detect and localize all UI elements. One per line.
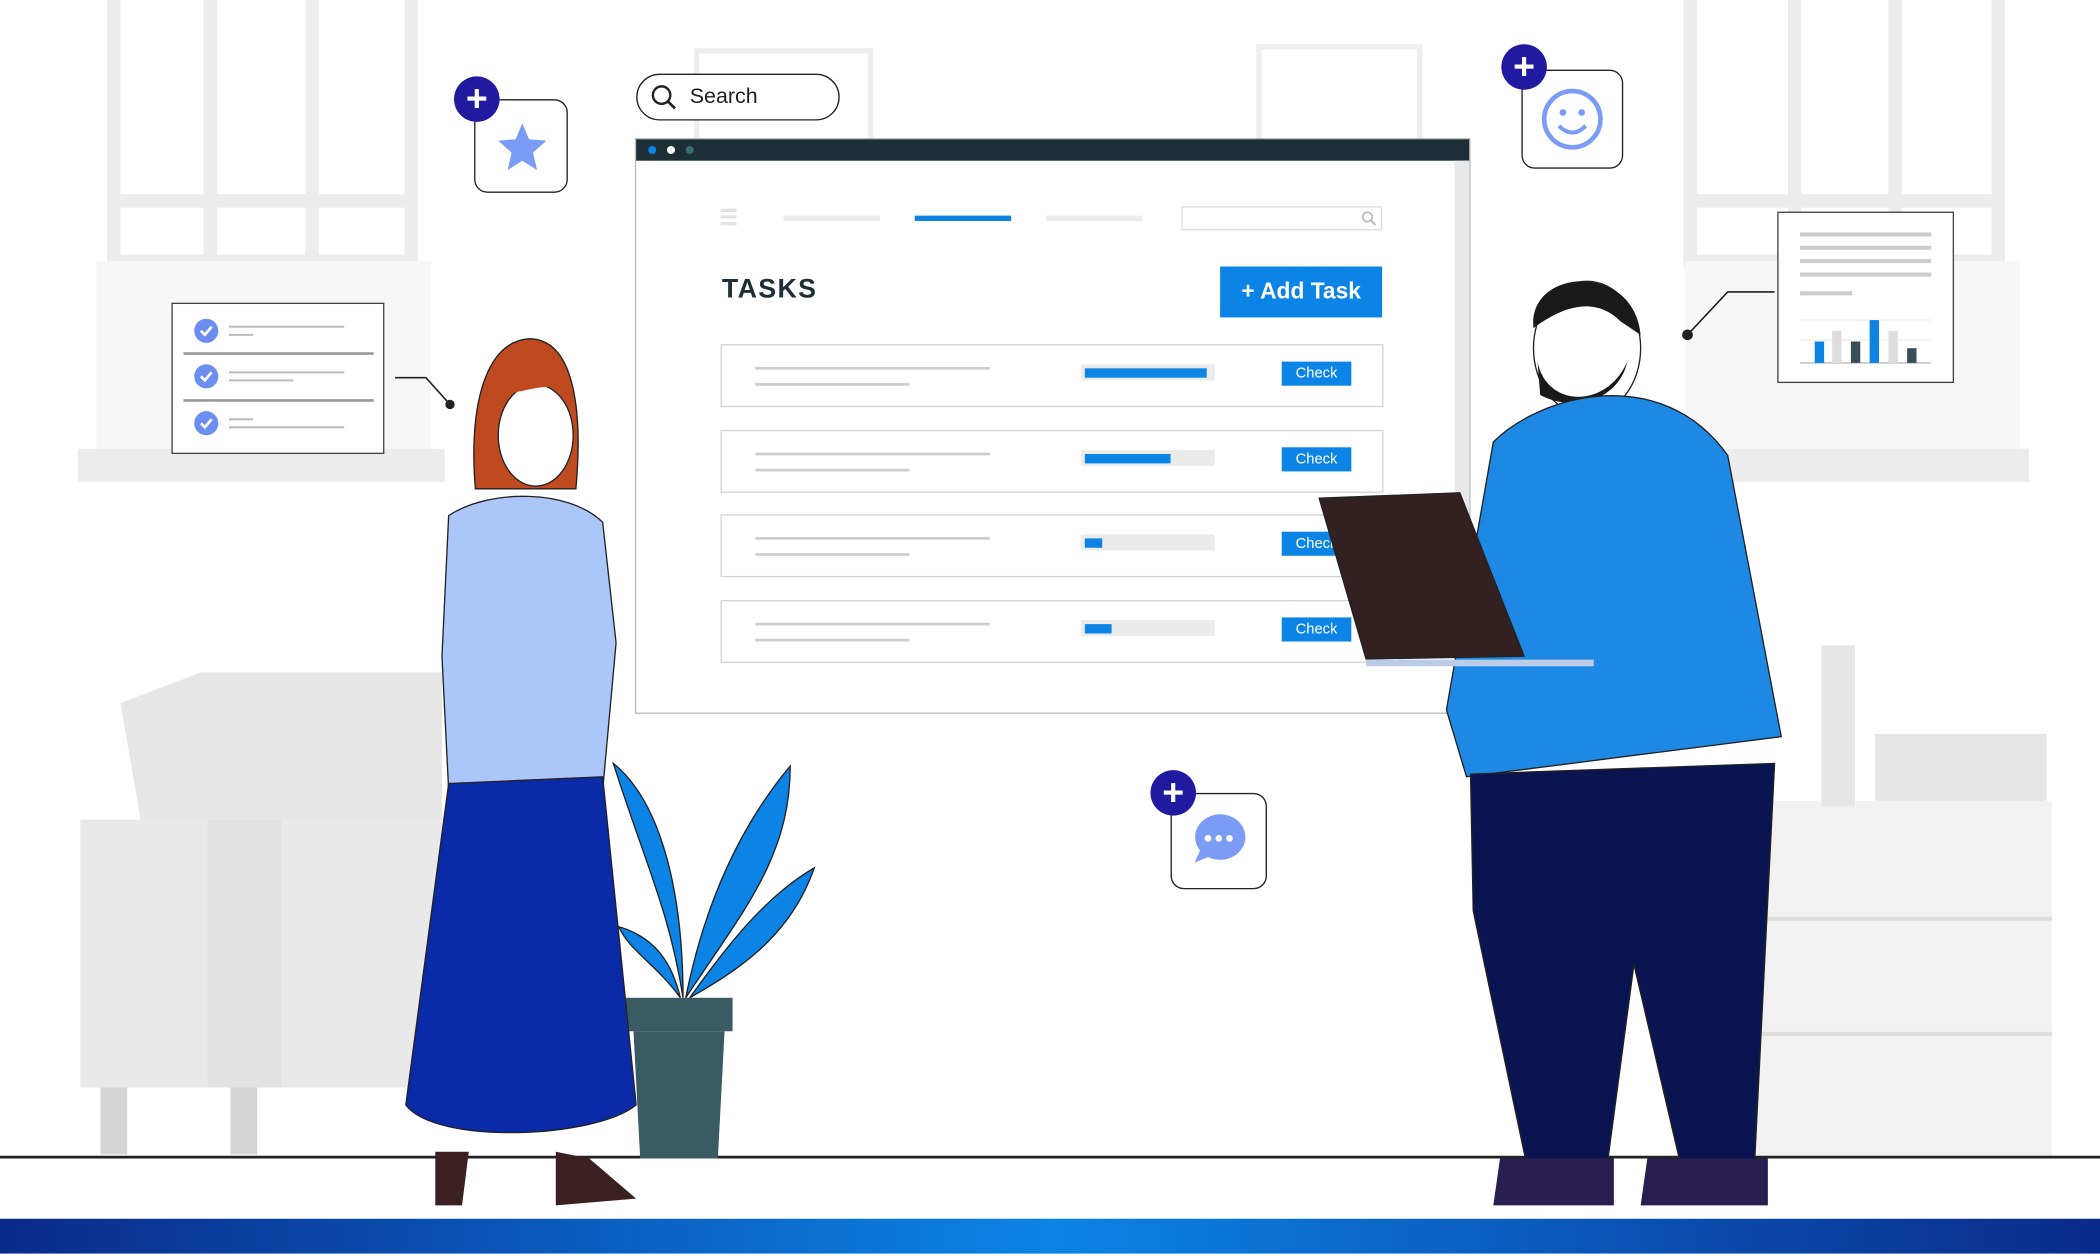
plus-icon[interactable]: + [1150,770,1196,816]
task-progress-bar [1080,364,1215,381]
task-progress-bar [1080,620,1215,637]
checklist-card [171,302,385,455]
task-row: Check [720,429,1384,493]
search-icon [651,84,676,109]
smiley-icon [1541,88,1603,150]
search-bar[interactable]: Search [636,73,840,121]
man-illustration [1318,280,1783,1206]
comment-card[interactable]: + [1150,770,1267,890]
bar-chart-icon [1800,232,1932,364]
task-text-placeholder [755,452,990,455]
task-text-placeholder [755,553,910,556]
nav-tab[interactable] [1045,215,1143,221]
plus-icon[interactable]: + [1501,44,1547,90]
task-text-placeholder [755,366,990,369]
task-progress-bar [1080,450,1215,467]
browser-titlebar [636,139,1470,161]
task-row: Check [720,344,1384,408]
page-title: TASKS [721,274,818,305]
favorite-card[interactable]: + [454,76,568,193]
task-progress-fill [1084,454,1171,464]
task-text-placeholder [755,638,910,641]
task-text-placeholder [755,383,910,386]
task-progress-fill [1084,368,1207,378]
search-icon [1361,211,1377,226]
woman-illustration [405,338,637,1206]
search-label: Search [689,85,758,108]
window-dot-icon[interactable] [648,145,657,155]
browser-search-input[interactable] [1181,206,1383,231]
feedback-card[interactable]: + [1501,44,1624,169]
bottom-gradient-bar [0,1218,2100,1254]
window-dot-icon[interactable] [666,145,676,155]
task-text-placeholder [755,468,910,471]
window-dot-icon[interactable] [685,145,694,155]
task-progress-fill [1084,624,1112,634]
task-text-placeholder [755,537,990,540]
plus-icon[interactable]: + [454,76,500,122]
hamburger-menu-icon[interactable] [719,208,738,227]
task-progress-fill [1084,538,1103,548]
nav-tab[interactable] [783,215,880,221]
task-row: Check [720,600,1384,663]
task-text-placeholder [755,622,990,625]
report-card [1777,211,1955,384]
task-progress-bar [1080,534,1215,551]
illustration-stage: Search TASKS + Add Task Check Check Chec… [0,0,2100,1254]
nav-tab-active[interactable] [914,215,1012,221]
task-row: Check [720,514,1384,578]
checklist-icon [183,318,374,436]
